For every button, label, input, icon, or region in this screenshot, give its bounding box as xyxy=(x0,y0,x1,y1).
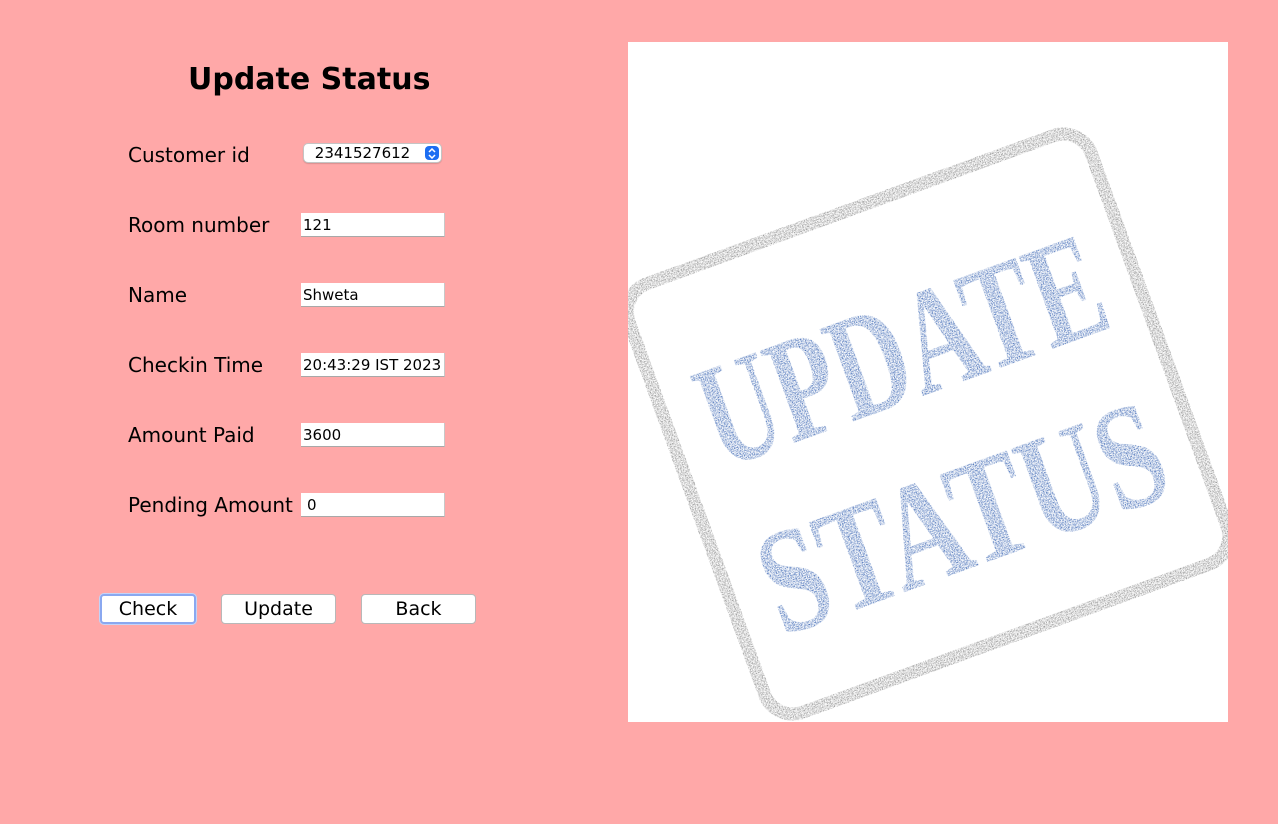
room-number-field[interactable] xyxy=(301,213,445,237)
check-button[interactable]: Check xyxy=(100,594,196,624)
updown-arrows-icon xyxy=(425,146,439,160)
back-button[interactable]: Back xyxy=(361,594,476,624)
pending-amount-label: Pending Amount xyxy=(128,493,293,517)
amount-paid-field[interactable] xyxy=(301,423,445,447)
pending-amount-field[interactable] xyxy=(301,493,445,517)
amount-paid-label: Amount Paid xyxy=(128,423,255,447)
customer-id-label: Customer id xyxy=(128,143,250,167)
customer-id-selected-value: 2341527612 xyxy=(314,144,411,162)
checkin-time-field[interactable] xyxy=(301,353,445,377)
name-label: Name xyxy=(128,283,188,307)
update-status-stamp-image: UPDATE STATUS xyxy=(620,42,1236,722)
customer-id-select[interactable]: 2341527612 xyxy=(303,143,442,163)
name-field[interactable] xyxy=(301,283,445,307)
room-number-label: Room number xyxy=(128,213,270,237)
checkin-time-label: Checkin Time xyxy=(128,353,264,377)
update-button[interactable]: Update xyxy=(221,594,336,624)
stamp-graphic: UPDATE STATUS xyxy=(620,127,1236,721)
page-title: Update Status xyxy=(188,62,431,97)
